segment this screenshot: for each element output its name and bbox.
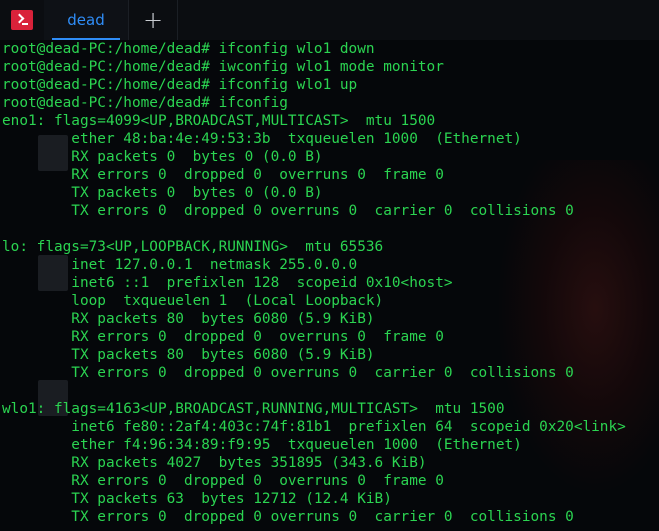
terminal-line: inet6 fe80::2af4:403c:74f:81b1 prefixlen… — [2, 419, 626, 435]
terminal-line: inet6 ::1 prefixlen 128 scopeid 0x10<hos… — [2, 275, 453, 291]
terminal-line: TX packets 80 bytes 6080 (5.9 KiB) — [2, 347, 375, 363]
terminal-line: RX errors 0 dropped 0 overruns 0 frame 0 — [2, 167, 444, 183]
terminal-output[interactable]: root@dead-PC:/home/dead# ifconfig wlo1 d… — [0, 40, 659, 531]
terminal-line: TX packets 0 bytes 0 (0.0 B) — [2, 185, 323, 201]
terminal-line: RX packets 0 bytes 0 (0.0 B) — [2, 149, 323, 165]
terminal-line: lo: flags=73<UP,LOOPBACK,RUNNING> mtu 65… — [2, 239, 384, 255]
terminal-line: loop txqueuelen 1 (Local Loopback) — [2, 293, 384, 309]
terminal-line: TX packets 63 bytes 12712 (12.4 KiB) — [2, 491, 392, 507]
terminal-icon — [11, 10, 33, 30]
new-tab-button[interactable]: + — [128, 0, 178, 40]
terminal-line: root@dead-PC:/home/dead# ifconfig wlo1 u… — [2, 77, 358, 93]
terminal-line: RX packets 80 bytes 6080 (5.9 KiB) — [2, 311, 375, 327]
terminal-line: RX errors 0 dropped 0 overruns 0 frame 0 — [2, 329, 444, 345]
terminal-lines: root@dead-PC:/home/dead# ifconfig wlo1 d… — [2, 40, 626, 526]
terminal-line: eno1: flags=4099<UP,BROADCAST,MULTICAST>… — [2, 113, 436, 129]
terminal-line: wlo1: flags=4163<UP,BROADCAST,RUNNING,MU… — [2, 401, 505, 417]
terminal-line: TX errors 0 dropped 0 overruns 0 carrier… — [2, 203, 574, 219]
terminal-line: inet 127.0.0.1 netmask 255.0.0.0 — [2, 257, 358, 273]
terminal-line: TX errors 0 dropped 0 overruns 0 carrier… — [2, 509, 574, 525]
terminal-line: root@dead-PC:/home/dead# iwconfig wlo1 m… — [2, 59, 444, 75]
terminal-line: RX errors 0 dropped 0 overruns 0 frame 0 — [2, 473, 444, 489]
tab-label: dead — [67, 11, 105, 29]
terminal-line: TX errors 0 dropped 0 overruns 0 carrier… — [2, 365, 574, 381]
terminal-line: root@dead-PC:/home/dead# ifconfig — [2, 95, 288, 111]
app-menu-button[interactable] — [0, 0, 44, 40]
tab-bar: dead + — [0, 0, 659, 41]
terminal-line: ether f4:96:34:89:f9:95 txqueuelen 1000 … — [2, 437, 522, 453]
terminal-line: root@dead-PC:/home/dead# ifconfig wlo1 d… — [2, 41, 375, 57]
plus-icon: + — [142, 6, 164, 34]
terminal-line: ether 48:ba:4e:49:53:3b txqueuelen 1000 … — [2, 131, 522, 147]
tab-dead[interactable]: dead — [44, 0, 128, 40]
terminal-line: RX packets 4027 bytes 351895 (343.6 KiB) — [2, 455, 427, 471]
